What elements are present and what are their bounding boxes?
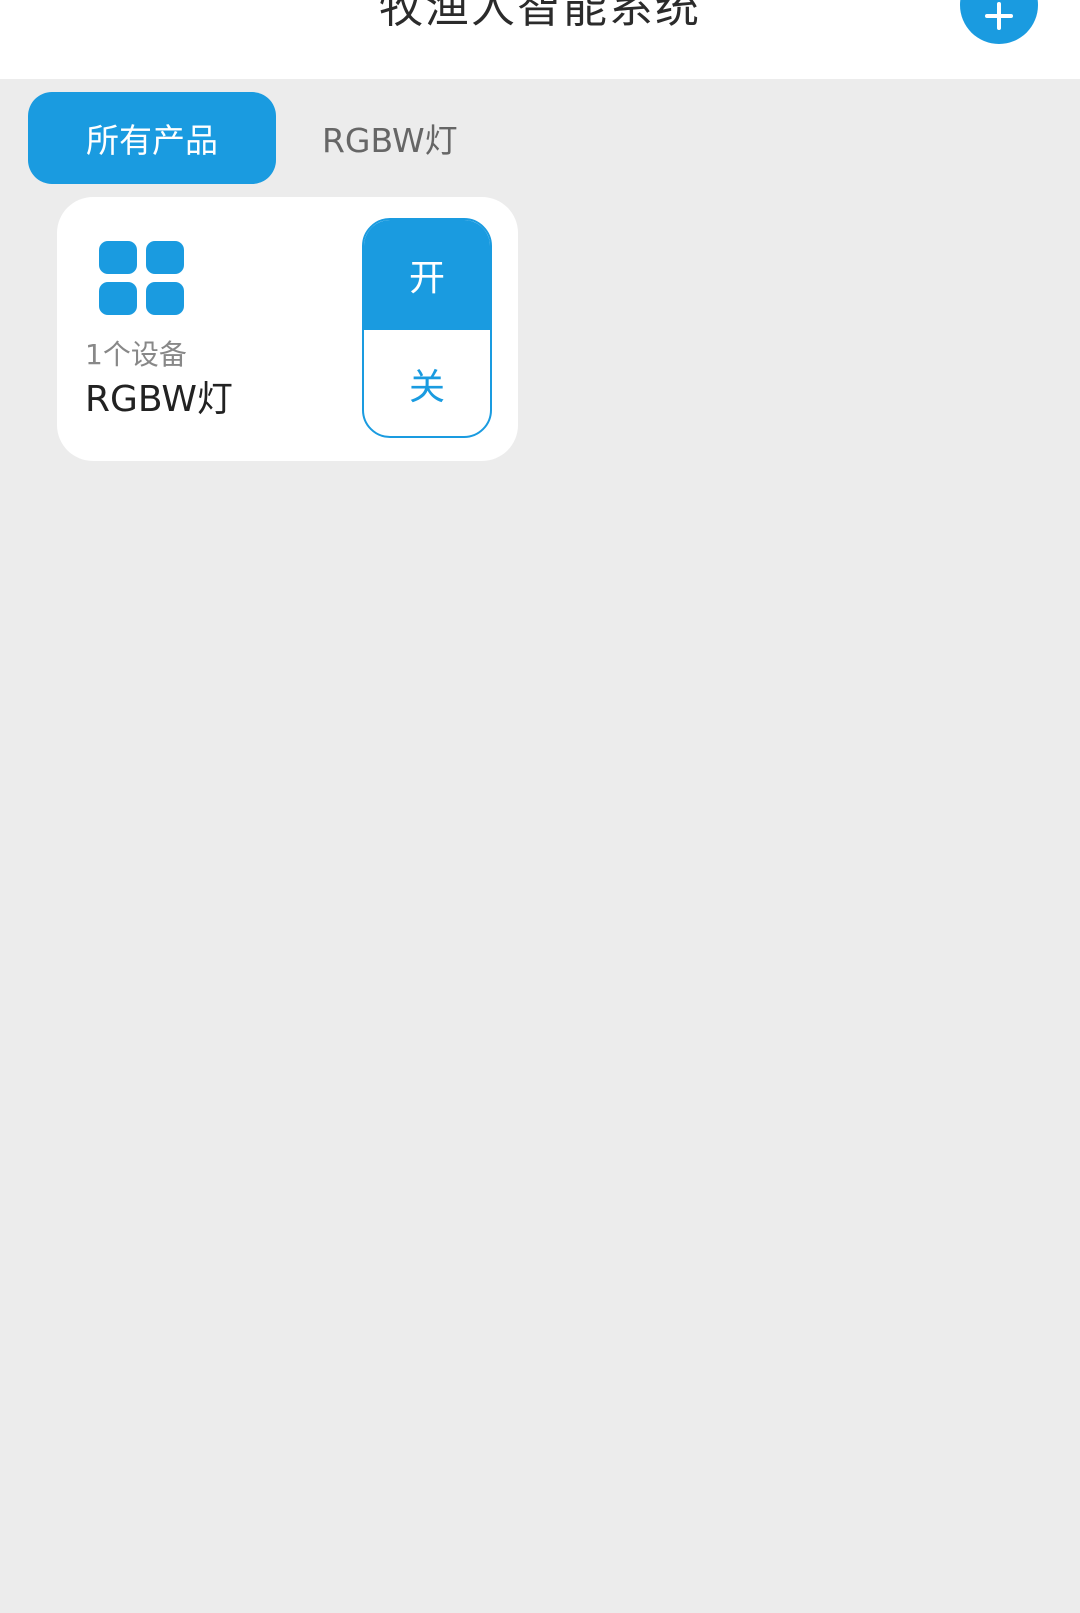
app-header: 牧渔人智能系统 bbox=[0, 0, 1080, 79]
device-count: 1个设备 bbox=[85, 338, 187, 371]
page-title: 牧渔人智能系统 bbox=[379, 0, 701, 33]
grid-icon bbox=[99, 241, 185, 315]
grid-icon-cell bbox=[146, 282, 184, 315]
plus-icon bbox=[985, 2, 1013, 30]
switch-on-button[interactable]: 开 bbox=[364, 220, 490, 330]
product-tabs: 所有产品 RGBW灯 bbox=[28, 92, 458, 184]
grid-icon-cell bbox=[146, 241, 184, 274]
grid-icon-cell bbox=[99, 282, 137, 315]
grid-icon-cell bbox=[99, 241, 137, 274]
tab-rgbw-light[interactable]: RGBW灯 bbox=[276, 92, 458, 184]
product-card-rgbw[interactable]: 1个设备 RGBW灯 开 关 bbox=[57, 197, 518, 461]
product-name: RGBW灯 bbox=[85, 379, 233, 420]
tab-all-products[interactable]: 所有产品 bbox=[28, 92, 276, 184]
app-screen: 牧渔人智能系统 所有产品 RGBW灯 1个设备 RGBW灯 开 关 bbox=[0, 0, 1080, 1613]
switch-off-button[interactable]: 关 bbox=[364, 330, 490, 436]
power-switch: 开 关 bbox=[362, 218, 492, 438]
